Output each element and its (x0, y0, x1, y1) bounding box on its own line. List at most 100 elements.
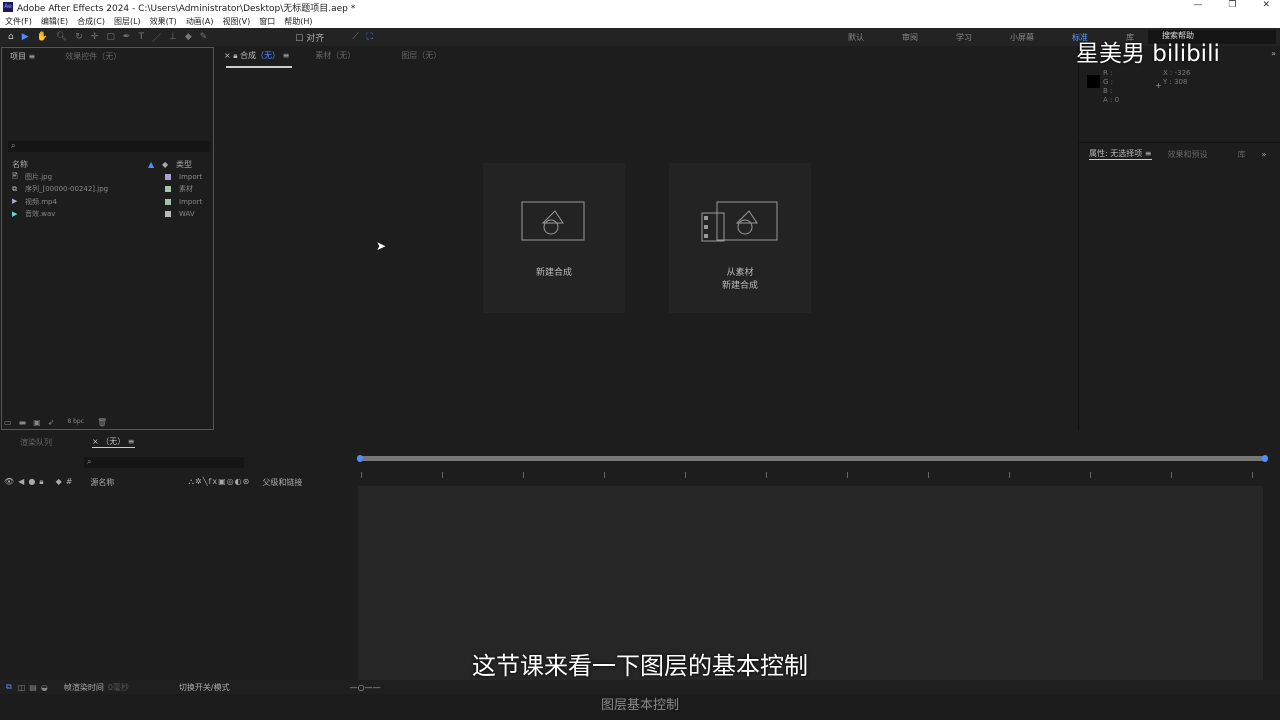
audio-icon[interactable]: ◀ (18, 477, 24, 488)
menu-effect[interactable]: 效果(T) (150, 16, 177, 27)
new-folder-icon[interactable]: ▬ (19, 418, 27, 427)
menu-layer[interactable]: 图层(L) (114, 16, 141, 27)
info-g: G : (1103, 78, 1114, 86)
menu-animation[interactable]: 动画(A) (186, 16, 214, 27)
restore-button[interactable]: ❐ (1228, 0, 1236, 10)
render-icon[interactable]: ➶ (48, 418, 55, 427)
render-time-icon[interactable]: ◒ (41, 683, 48, 692)
new-composition-button[interactable]: 新建合成 (483, 163, 625, 313)
panel-overflow-icon[interactable]: » (1262, 150, 1267, 159)
ruler-tick (1009, 472, 1010, 478)
trash-icon[interactable]: 🗑︎ (97, 418, 107, 427)
item-type: WAV (179, 210, 195, 219)
project-search-input[interactable]: ⌕ (8, 141, 210, 152)
label-swatch[interactable] (165, 186, 171, 193)
project-item[interactable]: 🖹 图片.jpg Import (2, 171, 213, 184)
eraser-tool-icon[interactable]: ◆ (185, 32, 192, 42)
color-swatch (1087, 75, 1100, 88)
tab-composition[interactable]: × 🔒︎ 合成（无） ≡ (224, 50, 289, 61)
visibility-icon[interactable]: 👁︎ (4, 477, 14, 488)
zoom-tool-icon[interactable]: 🔍︎ (56, 32, 67, 42)
from-footage-label-2: 新建合成 (721, 281, 758, 291)
tab-library[interactable]: 库 (1238, 149, 1246, 160)
column-source-name[interactable]: 源名称 (90, 477, 114, 488)
minimize-button[interactable]: — (1193, 0, 1202, 10)
switches-icons[interactable]: ⛬✲╲fx▣◎◐⊛ (188, 477, 250, 488)
label-icon: ◆ (55, 477, 62, 486)
column-name[interactable]: 名称 (12, 159, 148, 170)
column-parent[interactable]: 父级和链接 (262, 477, 302, 488)
workspace-small-screen[interactable]: 小屏幕 (1010, 32, 1034, 43)
tab-effect-controls[interactable]: 效果控件（无） (65, 51, 121, 62)
info-b: B : (1103, 87, 1113, 95)
graph-editor-icon[interactable]: ▤ (29, 683, 37, 692)
transfer-controls-icon[interactable]: ◫ (18, 683, 26, 692)
ruler-tick (604, 472, 605, 478)
ruler-tick (766, 472, 767, 478)
project-item[interactable]: ▶ 视频.mp4 Import (2, 196, 213, 209)
tab-render-queue[interactable]: 渲染队列 (20, 437, 52, 448)
item-name: 序列_[00000-00242].jpg (25, 185, 109, 194)
bpc-button[interactable]: 8 bpc (67, 418, 84, 427)
project-item[interactable]: ▶ 音效.wav WAV (2, 208, 213, 221)
puppet-tool-icon[interactable]: ✎ (200, 32, 208, 42)
pen-tool-icon[interactable]: ✒ (123, 32, 131, 42)
brush-tool-icon[interactable]: ／ (152, 31, 161, 44)
close-button[interactable]: ✕ (1262, 0, 1270, 10)
menu-window[interactable]: 窗口 (259, 16, 275, 27)
interpret-footage-icon[interactable]: ▭ (4, 418, 12, 427)
time-ruler[interactable] (358, 472, 1266, 484)
frame-render-time-label: 帧渲染时间 (63, 682, 104, 692)
workspace-learn[interactable]: 学习 (956, 32, 972, 43)
snap-checkbox[interactable]: ☐ 对齐 (295, 31, 324, 44)
work-area-bar[interactable] (358, 456, 1266, 461)
lock-icon[interactable]: 🔒︎ (39, 477, 43, 488)
zoom-slider[interactable]: —○—— (350, 683, 381, 692)
column-type[interactable]: 类型 (176, 159, 192, 170)
work-area-end-handle[interactable] (1262, 455, 1268, 462)
sort-icon[interactable]: ▲ (148, 160, 162, 169)
shape-tool-icon[interactable]: ▢ (106, 32, 115, 42)
stamp-tool-icon[interactable]: ⊥ (169, 32, 177, 42)
new-comp-from-footage-button[interactable]: 从素材 新建合成 (669, 163, 811, 313)
tab-project[interactable]: 项目 ≡ (10, 51, 35, 62)
timeline-search-input[interactable]: ⌕ (84, 457, 244, 468)
window-title: Adobe After Effects 2024 - C:\Users\Admi… (17, 3, 356, 14)
label-swatch[interactable] (165, 211, 171, 218)
layer-switches-icon[interactable]: ⧉ (6, 682, 12, 692)
label-swatch[interactable] (165, 173, 171, 180)
panel-overflow-icon[interactable]: » (1271, 49, 1276, 58)
ruler-tick (928, 472, 929, 478)
menu-file[interactable]: 文件(F) (5, 16, 32, 27)
tab-layer[interactable]: 图层（无） (401, 50, 441, 61)
tab-properties[interactable]: 属性: 无选择项 ≡ (1089, 148, 1152, 160)
hand-tool-icon[interactable]: ✋ (37, 32, 48, 42)
menu-composition[interactable]: 合成(C) (77, 16, 105, 27)
solo-icon[interactable]: ● (28, 477, 35, 488)
new-comp-icon[interactable]: ▣ (33, 418, 41, 427)
rotate-tool-icon[interactable]: ↻ (75, 32, 83, 42)
ruler-tick (1171, 472, 1172, 478)
label-swatch[interactable] (165, 198, 171, 205)
menu-help[interactable]: 帮助(H) (284, 16, 312, 27)
home-icon[interactable]: ⌂ (8, 32, 14, 42)
toggle-switches-modes-button[interactable]: 切换开关/模式 (179, 682, 230, 693)
project-item[interactable]: ⧉ 序列_[00000-00242].jpg 素材 (2, 183, 213, 196)
work-area-start-handle[interactable] (357, 455, 363, 462)
item-type: Import (179, 197, 203, 206)
ruler-tick (523, 472, 524, 478)
tab-timeline-comp[interactable]: × （无） ≡ (92, 436, 135, 448)
tab-effects-presets[interactable]: 效果和预设 (1168, 149, 1208, 160)
snap-options-icon[interactable]: ⟋ (352, 32, 358, 42)
selection-tool-icon[interactable]: ▶ (22, 32, 29, 42)
workspace-review[interactable]: 审阅 (902, 32, 918, 43)
menu-view[interactable]: 视图(V) (223, 16, 251, 27)
file-icon: ▶ (12, 197, 18, 206)
workspace-default[interactable]: 默认 (848, 32, 864, 43)
bilibili-watermark: 星美男 bilibili (1076, 41, 1220, 67)
tab-footage[interactable]: 素材（无） (315, 50, 355, 61)
grid-snap-icon[interactable]: ⛶ (367, 32, 373, 42)
text-tool-icon[interactable]: T (138, 32, 144, 42)
menu-edit[interactable]: 编辑(E) (41, 16, 68, 27)
move-tool-icon[interactable]: ✛ (91, 32, 99, 42)
